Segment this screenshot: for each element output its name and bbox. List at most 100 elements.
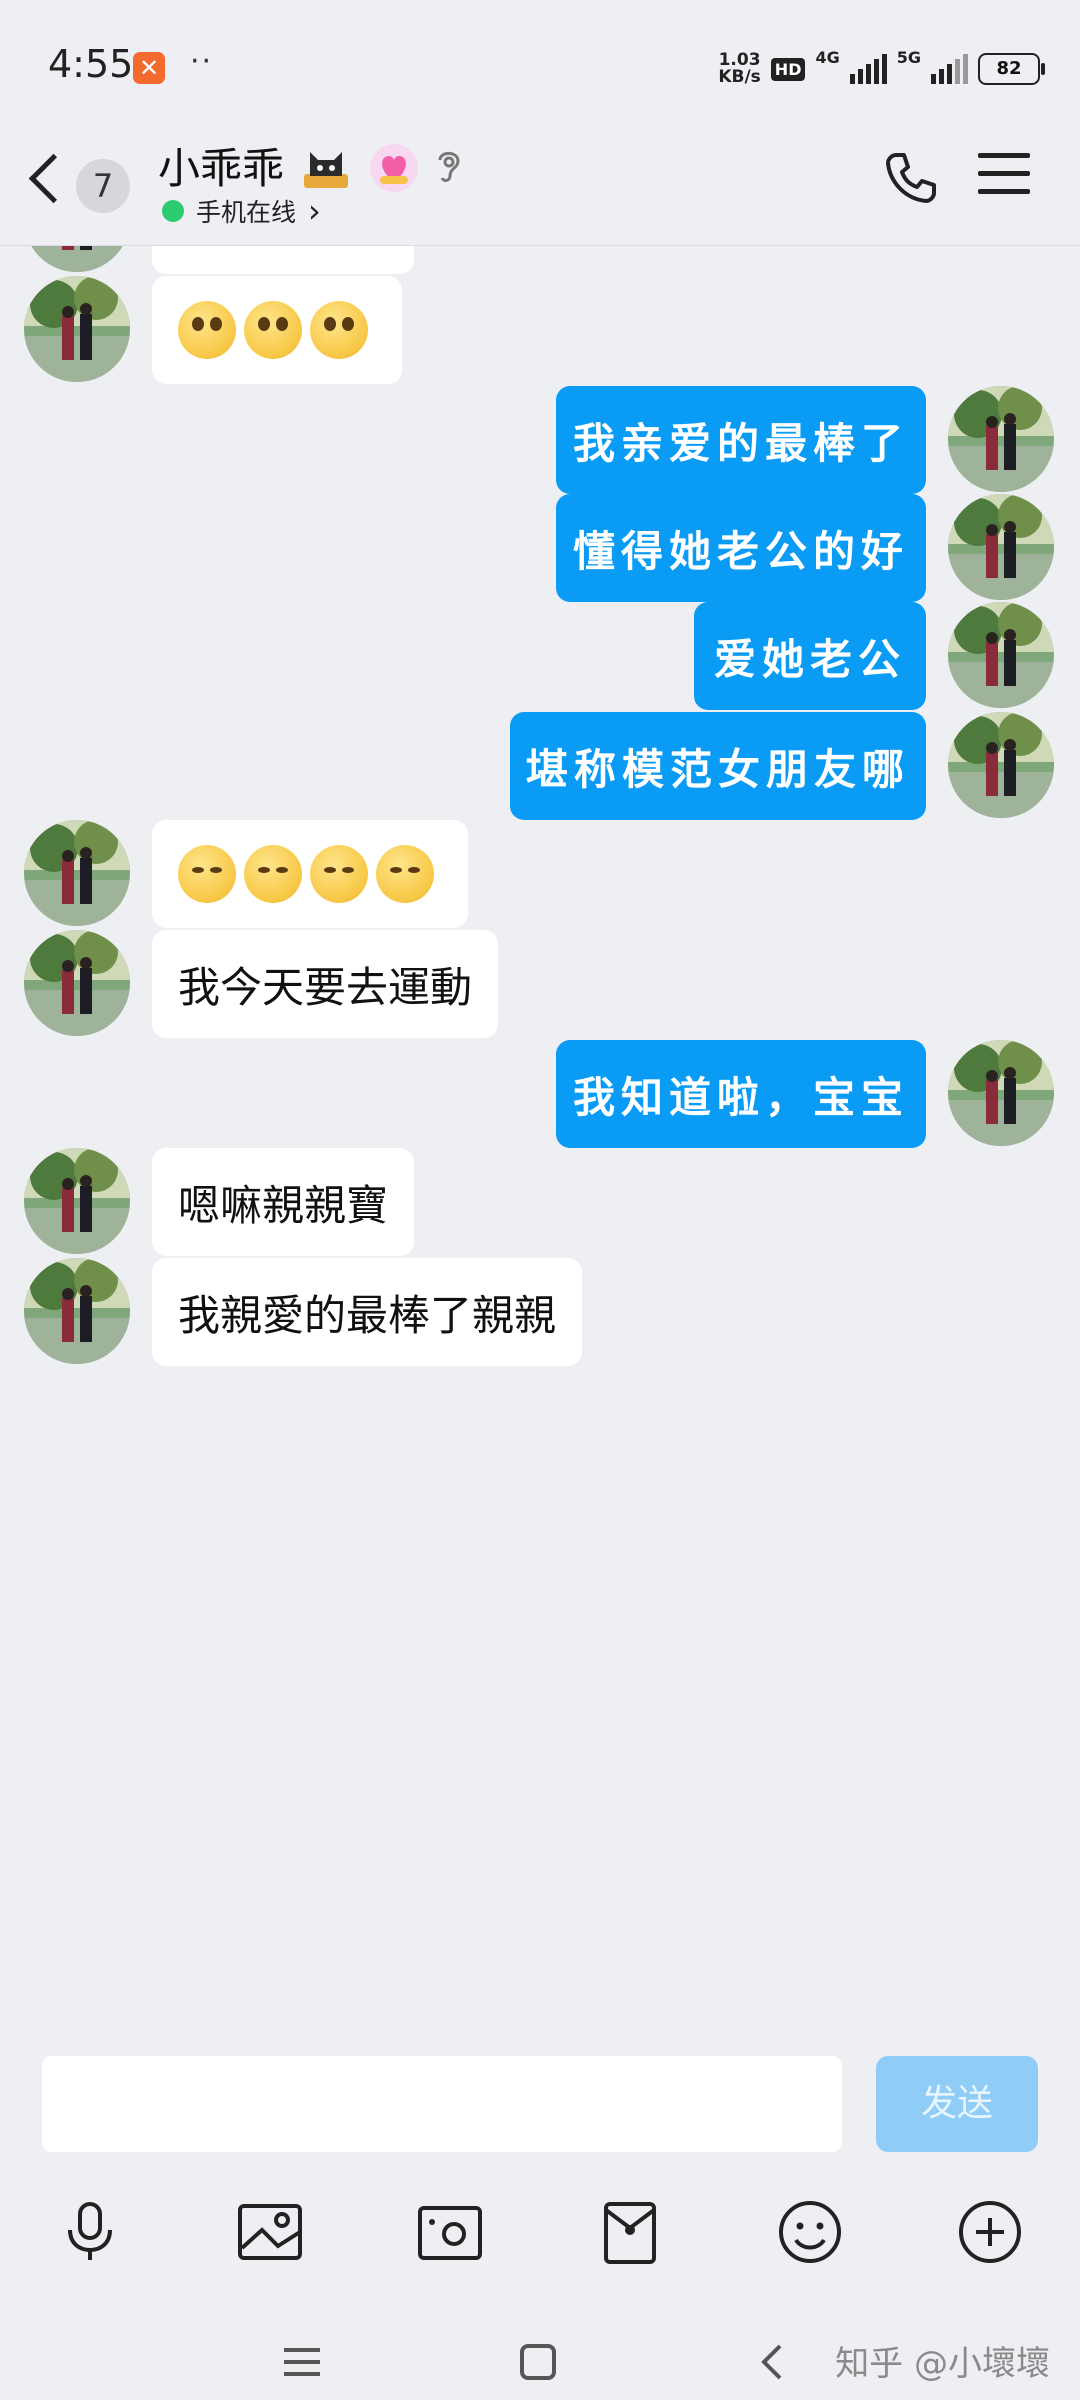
my-avatar-image[interactable]: [948, 386, 1054, 492]
shy-emoji-icon: [376, 845, 434, 903]
input-area: 发送 知乎 @小壞壞: [0, 2036, 1080, 2400]
contact-avatar-image[interactable]: [24, 930, 130, 1036]
contact-avatar-image[interactable]: [24, 1258, 130, 1364]
my-avatar[interactable]: [948, 1040, 1054, 1146]
plus-icon[interactable]: [954, 2196, 1026, 2268]
shy-emoji-icon: [310, 845, 368, 903]
my-avatar-image[interactable]: [948, 602, 1054, 708]
network-type-5g: 5G: [896, 48, 921, 67]
back-arrow-icon: [28, 153, 79, 204]
incoming-message: 不行就算惹: [0, 246, 1080, 274]
my-avatar[interactable]: [948, 602, 1054, 708]
my-avatar-image[interactable]: [948, 712, 1054, 818]
outgoing-message: 爱她老公: [0, 600, 1080, 710]
red-packet-icon[interactable]: [594, 2196, 666, 2268]
my-avatar-image[interactable]: [948, 1040, 1054, 1146]
online-status[interactable]: 手机在线 ›: [162, 193, 321, 229]
input-toolbar: [0, 2186, 1080, 2286]
online-status-text: 手机在线: [196, 198, 297, 227]
network-type-4g: 4G: [815, 48, 840, 67]
message-text: 我親愛的最棒了親親: [178, 1290, 557, 1340]
message-bubble[interactable]: 我亲爱的最棒了: [556, 386, 926, 494]
shy-emoji-icon: [178, 845, 236, 903]
cat-badge-icon: [304, 152, 348, 188]
nav-home-icon[interactable]: [516, 2340, 560, 2384]
message-bubble[interactable]: 我今天要去運動: [152, 930, 499, 1038]
photo-icon[interactable]: [234, 2196, 306, 2268]
outgoing-message: 我亲爱的最棒了: [0, 384, 1080, 494]
status-time: 4:55: [48, 42, 134, 86]
system-nav-bar: 知乎 @小壞壞: [0, 2326, 1080, 2400]
message-text: 我今天要去運動: [178, 962, 473, 1012]
blush-emoji-icon: [244, 301, 302, 359]
message-input[interactable]: [42, 2056, 842, 2152]
back-button[interactable]: 7: [28, 145, 140, 225]
message-text: 爱她老公: [714, 634, 907, 684]
voice-call-icon[interactable]: [878, 147, 942, 211]
more-menu-icon[interactable]: [978, 153, 1030, 205]
incoming-message: 我今天要去運動: [0, 928, 1080, 1038]
microphone-icon[interactable]: [54, 2196, 126, 2268]
heart-gem-badge-icon: [370, 144, 418, 192]
message-text: 我亲爱的最棒了: [573, 418, 910, 468]
incoming-message: 嗯嘛親親寶: [0, 1146, 1080, 1256]
camera-icon[interactable]: [414, 2196, 486, 2268]
message-bubble[interactable]: 懂得她老公的好: [556, 494, 926, 602]
status-indicators: 1.03 KB/s HD 4G 5G 82: [718, 48, 1045, 90]
contact-avatar-image[interactable]: [24, 820, 130, 926]
contact-avatar[interactable]: [24, 1148, 130, 1254]
signal-5g-icon: [931, 54, 968, 84]
contact-avatar-image[interactable]: [24, 276, 130, 382]
contact-avatar-image[interactable]: [24, 246, 130, 272]
incoming-message: [0, 274, 1080, 384]
message-text: 嗯嘛親親寶: [178, 1180, 389, 1230]
watermark: 知乎 @小壞壞: [835, 2344, 1050, 2384]
my-avatar-image[interactable]: [948, 494, 1054, 600]
nav-back-icon[interactable]: [752, 2340, 796, 2384]
message-bubble[interactable]: 嗯嘛親親寶: [152, 1148, 415, 1256]
message-text: 我知道啦，宝宝: [573, 1072, 910, 1122]
blush-emoji-icon: [178, 301, 236, 359]
message-list[interactable]: 不行就算惹 我亲爱的最棒了: [0, 246, 1080, 2036]
nav-menu-icon[interactable]: [280, 2340, 324, 2384]
message-text: 懂得她老公的好: [573, 526, 910, 576]
outgoing-message: 我知道啦，宝宝: [0, 1038, 1080, 1148]
contact-avatar[interactable]: [24, 246, 130, 272]
contact-avatar[interactable]: [24, 1258, 130, 1364]
contact-avatar-image[interactable]: [24, 1148, 130, 1254]
message-text: 不行就算惹: [178, 246, 388, 251]
message-text: 堪称模范女朋友哪: [526, 744, 911, 794]
my-avatar[interactable]: [948, 712, 1054, 818]
hd-voice-icon: HD: [770, 57, 806, 81]
outgoing-message: 懂得她老公的好: [0, 492, 1080, 602]
status-bar: 4:55 ✕ ·· 1.03 KB/s HD 4G 5G 82: [0, 0, 1080, 135]
message-bubble[interactable]: 我親愛的最棒了親親: [152, 1258, 583, 1366]
send-button[interactable]: 发送: [876, 2056, 1038, 2152]
contact-name[interactable]: 小乖乖: [158, 135, 284, 196]
message-bubble[interactable]: 我知道啦，宝宝: [556, 1040, 926, 1148]
my-avatar[interactable]: [948, 386, 1054, 492]
contact-avatar[interactable]: [24, 820, 130, 926]
my-avatar[interactable]: [948, 494, 1054, 600]
message-bubble[interactable]: [152, 820, 468, 928]
blush-emoji-icon: [310, 301, 368, 359]
online-dot-icon: [162, 200, 184, 222]
emoji-icon[interactable]: [774, 2196, 846, 2268]
network-speed-unit: KB/s: [718, 67, 761, 87]
chat-header: 7 小乖乖 手机在线 ›: [0, 135, 1080, 246]
contact-avatar[interactable]: [24, 930, 130, 1036]
message-bubble[interactable]: 不行就算惹: [152, 246, 415, 274]
unread-count-badge: 7: [76, 159, 130, 213]
message-bubble[interactable]: 爱她老公: [694, 602, 926, 710]
shy-emoji-icon: [244, 845, 302, 903]
message-bubble[interactable]: [152, 276, 402, 384]
message-bubble[interactable]: 堪称模范女朋友哪: [510, 712, 926, 820]
app-notification-icon: ✕: [133, 52, 165, 84]
signal-4g-icon: [849, 54, 887, 84]
incoming-message: 我親愛的最棒了親親: [0, 1256, 1080, 1366]
more-notifications-indicator: ··: [190, 44, 214, 79]
contact-avatar[interactable]: [24, 276, 130, 382]
status-chevron-icon: ›: [308, 191, 321, 230]
network-speed: 1.03 KB/s: [718, 52, 760, 86]
battery-icon: 82: [978, 53, 1045, 85]
